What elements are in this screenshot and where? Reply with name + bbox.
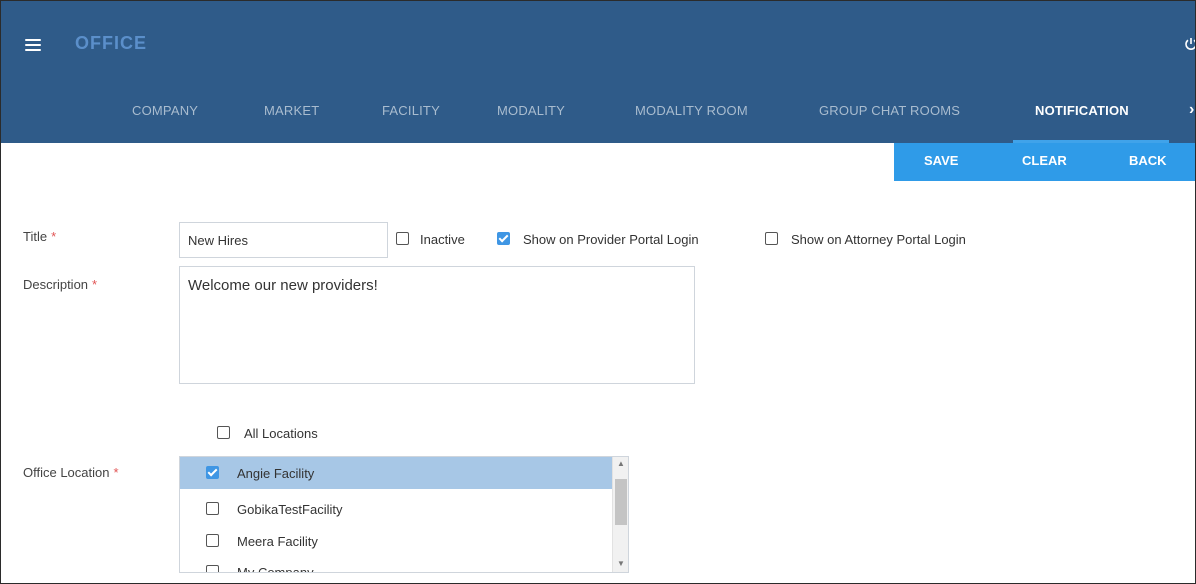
save-button[interactable]: SAVE — [924, 153, 958, 168]
inactive-checkbox[interactable] — [396, 232, 409, 245]
office-location-listbox[interactable]: Angie Facility GobikaTestFacility Meera … — [179, 456, 629, 573]
back-button[interactable]: BACK — [1129, 153, 1167, 168]
app-title: OFFICE — [75, 33, 147, 53]
list-item[interactable]: Angie Facility — [180, 457, 612, 489]
location-checkbox[interactable] — [206, 502, 219, 515]
required-mark: * — [113, 465, 119, 480]
location-label: Meera Facility — [237, 534, 318, 549]
app-window: OFFICE COMPANY MARKET FACILITY MODALITY … — [0, 0, 1196, 584]
hamburger-icon[interactable] — [25, 39, 41, 51]
tab-company[interactable]: COMPANY — [132, 103, 198, 118]
tab-facility[interactable]: FACILITY — [382, 103, 440, 118]
location-checkbox[interactable] — [206, 466, 219, 479]
tab-bar: COMPANY MARKET FACILITY MODALITY MODALIT… — [1, 91, 1195, 143]
list-item[interactable]: Meera Facility — [180, 525, 612, 557]
scroll-down-icon[interactable]: ▼ — [617, 559, 625, 568]
tab-group-chat-rooms[interactable]: GROUP CHAT ROOMS — [819, 103, 960, 118]
scroll-up-icon[interactable]: ▲ — [617, 459, 625, 468]
description-textarea[interactable]: Welcome our new providers! — [179, 266, 695, 384]
listbox-scrollbar[interactable]: ▲ ▼ — [612, 457, 628, 572]
all-locations-label: All Locations — [244, 426, 318, 441]
provider-portal-checkbox[interactable] — [497, 232, 510, 245]
location-checkbox[interactable] — [206, 565, 219, 572]
description-label: Description * — [23, 277, 98, 292]
location-checkbox[interactable] — [206, 534, 219, 547]
location-label: My Company — [237, 565, 314, 573]
tab-modality-room[interactable]: MODALITY ROOM — [635, 103, 748, 118]
clear-button[interactable]: CLEAR — [1022, 153, 1067, 168]
title-label: Title * — [23, 229, 57, 244]
tab-modality[interactable]: MODALITY — [497, 103, 565, 118]
app-header: OFFICE COMPANY MARKET FACILITY MODALITY … — [1, 1, 1195, 143]
attorney-portal-label: Show on Attorney Portal Login — [791, 232, 966, 247]
all-locations-checkbox[interactable] — [217, 426, 230, 439]
office-location-label: Office Location * — [23, 465, 119, 480]
tab-market[interactable]: MARKET — [264, 103, 319, 118]
attorney-portal-checkbox[interactable] — [765, 232, 778, 245]
required-mark: * — [51, 229, 57, 244]
list-item[interactable]: GobikaTestFacility — [180, 493, 612, 525]
list-item[interactable]: My Company — [180, 556, 612, 573]
provider-portal-label: Show on Provider Portal Login — [523, 232, 699, 247]
power-icon[interactable] — [1184, 37, 1196, 51]
title-input[interactable]: New Hires — [179, 222, 388, 258]
tab-notification[interactable]: NOTIFICATION — [1035, 103, 1129, 118]
action-bar: SAVE CLEAR BACK — [894, 143, 1195, 181]
location-label: GobikaTestFacility — [237, 502, 343, 517]
inactive-label: Inactive — [420, 232, 465, 247]
scroll-thumb[interactable] — [615, 479, 627, 525]
location-label: Angie Facility — [237, 466, 315, 481]
required-mark: * — [92, 277, 98, 292]
chevron-right-icon[interactable]: › — [1189, 101, 1194, 119]
